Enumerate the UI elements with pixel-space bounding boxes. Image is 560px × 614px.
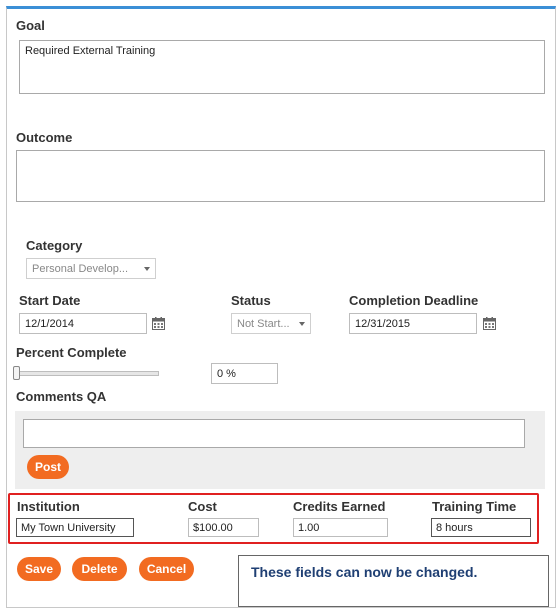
save-button[interactable]: Save [17,557,61,581]
category-selected-value: Personal Develop... [32,263,128,275]
institution-input[interactable]: My Town University [16,518,134,537]
goal-textarea[interactable]: Required External Training [19,40,545,94]
percent-slider-track[interactable] [16,371,159,376]
callout-note: These fields can now be changed. [238,555,549,607]
post-button[interactable]: Post [27,455,69,479]
status-select[interactable]: Not Start... [231,313,311,334]
chevron-down-icon [299,322,305,326]
calendar-icon[interactable] [152,317,165,330]
credits-earned-input[interactable]: 1.00 [293,518,388,537]
status-label: Status [231,293,271,308]
percent-complete-input[interactable]: 0 % [211,363,278,384]
start-date-input[interactable]: 12/1/2014 [19,313,147,334]
credits-earned-label: Credits Earned [293,499,386,514]
completion-deadline-label: Completion Deadline [349,293,479,308]
calendar-icon[interactable] [483,317,496,330]
outcome-textarea[interactable] [16,150,545,202]
cost-input[interactable]: $100.00 [188,518,259,537]
completion-deadline-input[interactable]: 12/31/2015 [349,313,477,334]
cost-label: Cost [188,499,217,514]
chevron-down-icon [144,267,150,271]
training-time-input[interactable]: 8 hours [431,518,531,537]
comments-label: Comments QA [16,389,107,404]
outcome-label: Outcome [16,130,73,145]
category-select[interactable]: Personal Develop... [26,258,156,279]
status-selected-value: Not Start... [237,318,290,330]
comments-input[interactable] [23,419,525,448]
start-date-label: Start Date [19,293,81,308]
goal-label: Goal [16,18,45,33]
category-label: Category [26,238,83,253]
slider-handle[interactable] [13,366,20,380]
cancel-button[interactable]: Cancel [139,557,194,581]
delete-button[interactable]: Delete [72,557,127,581]
institution-label: Institution [17,499,80,514]
percent-complete-label: Percent Complete [16,345,127,360]
training-time-label: Training Time [432,499,517,514]
